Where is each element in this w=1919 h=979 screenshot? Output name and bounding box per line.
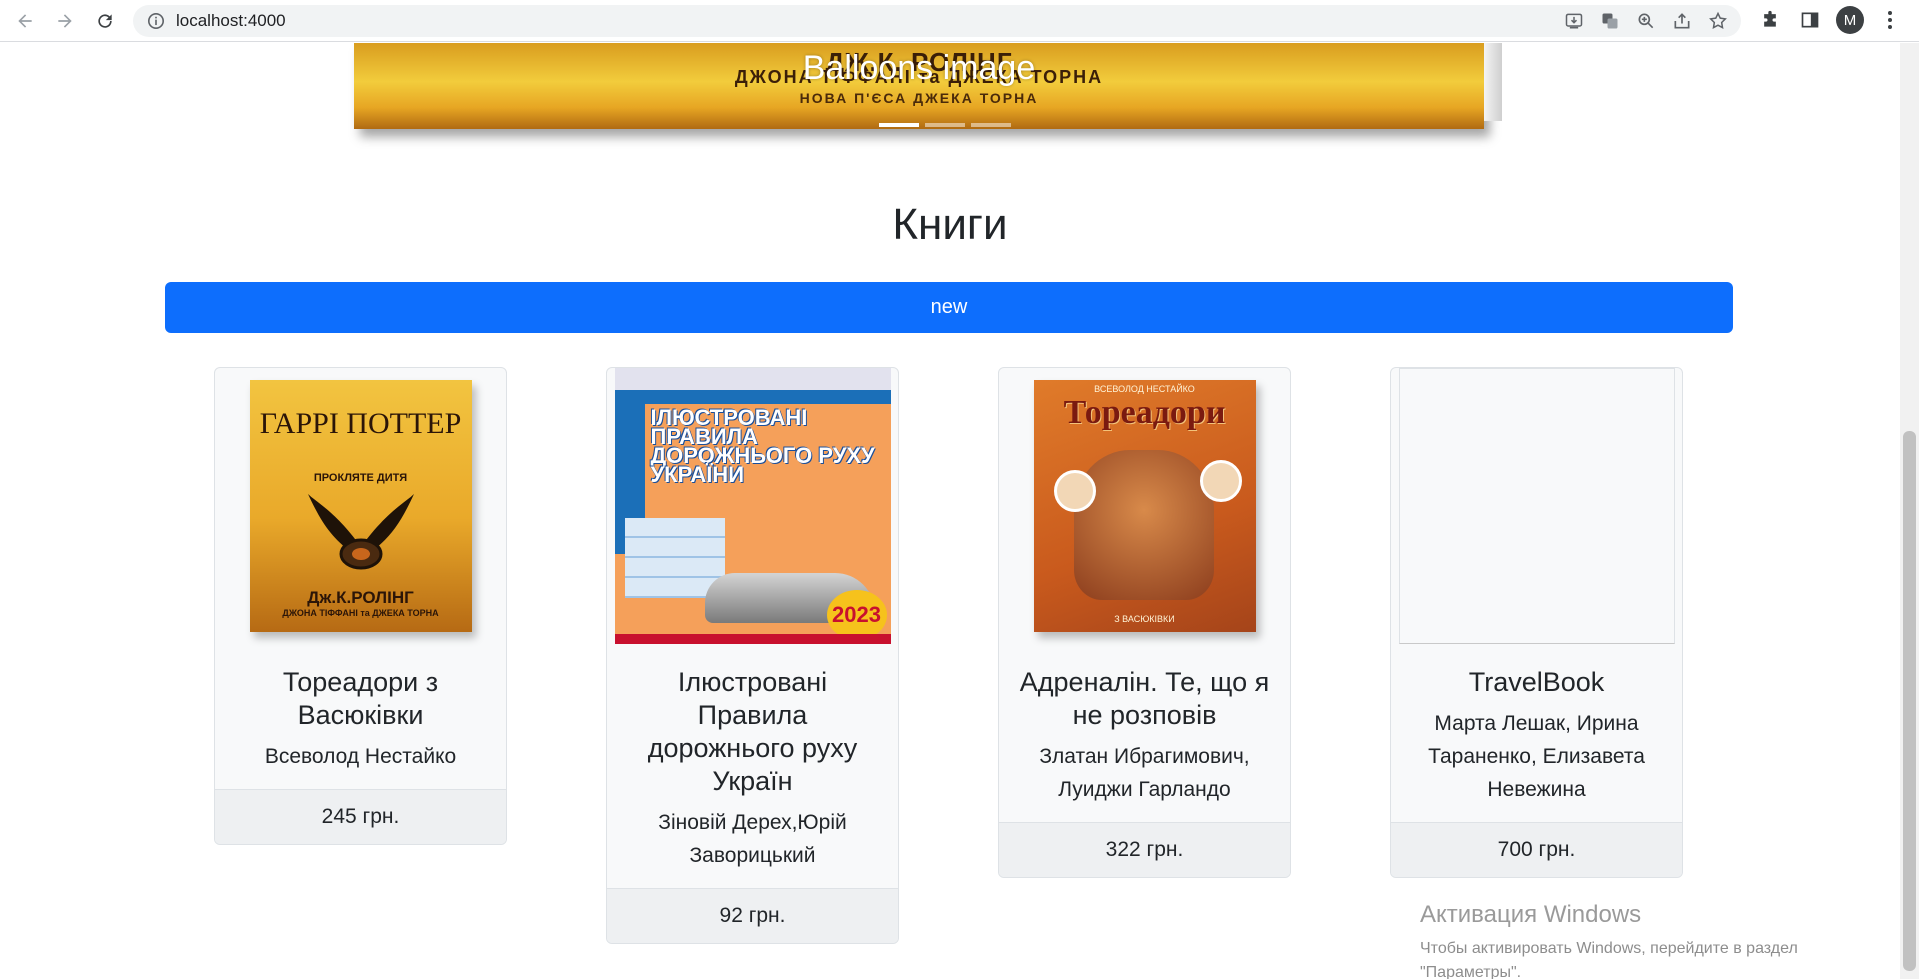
- book-author: Зіновій Дерех,Юрій Заворицький: [658, 811, 847, 867]
- zoom-icon[interactable]: [1635, 10, 1657, 32]
- book-card[interactable]: TravelBook Марта Лешак, Ирина Тараненко,…: [1390, 367, 1683, 878]
- translate-icon[interactable]: [1599, 10, 1621, 32]
- activation-title: Активация Windows: [1420, 901, 1642, 928]
- book-price: 245 грн.: [215, 789, 506, 844]
- book-card[interactable]: ГАРРІ ПОТТЕР ПРОКЛЯТЕ ДИТЯ Дж.К.РОЛІНГ Д…: [214, 367, 507, 845]
- browser-toolbar: localhost:4000 M: [0, 0, 1919, 42]
- cover-blue-strip: [614, 390, 891, 404]
- forward-button[interactable]: [50, 6, 80, 36]
- book-price: 322 грн.: [999, 822, 1290, 877]
- book-card[interactable]: ВСЕВОЛОД НЕСТАЙКО Тореадори З ВАСЮКІВКИ …: [998, 367, 1291, 878]
- scrollbar-thumb[interactable]: [1903, 431, 1916, 971]
- card-body: Адреналін. Те, що я не розповів Златан И…: [999, 644, 1290, 822]
- book-cover: ІЛЮСТРОВАНІ ПРАВИЛА ДОРОЖНЬОГО РУХУ УКРА…: [607, 368, 898, 644]
- book-title: TravelBook: [1468, 667, 1605, 697]
- book-author: Златан Ибрагимович, Луиджи Гарландо: [1039, 745, 1250, 801]
- profile-avatar[interactable]: M: [1836, 6, 1864, 34]
- cover-text: ПРОКЛЯТЕ ДИТЯ: [313, 472, 408, 484]
- carousel-book-line: НОВА П'ЄСА ДЖЕКА ТОРНА: [799, 90, 1039, 106]
- carousel-indicator[interactable]: [925, 123, 965, 127]
- cover-text: Дж.К.РОЛІНГ: [307, 588, 414, 607]
- cover-text: ВСЕВОЛОД НЕСТАЙКО: [1094, 384, 1195, 394]
- book-cover: ВСЕВОЛОД НЕСТАЙКО Тореадори З ВАСЮКІВКИ: [999, 368, 1290, 644]
- book-cover-image: ІЛЮСТРОВАНІ ПРАВИЛА ДОРОЖНЬОГО РУХУ УКРА…: [614, 368, 891, 644]
- cover-red-strip: [614, 634, 891, 644]
- cover-year-badge: 2023: [826, 590, 887, 640]
- book-page-edge: [1484, 43, 1502, 121]
- carousel-indicators: [879, 123, 1011, 127]
- page-title: Книги: [892, 200, 1008, 249]
- card-body: Тореадори з Васюківки Всеволод Нестайко: [215, 644, 506, 789]
- arrow-right-icon: [58, 13, 72, 28]
- book-card[interactable]: ІЛЮСТРОВАНІ ПРАВИЛА ДОРОЖНЬОГО РУХУ УКРА…: [606, 367, 899, 944]
- cover-header-strip: [614, 368, 891, 390]
- book-cover-placeholder: [1398, 368, 1675, 644]
- carousel-indicator[interactable]: [879, 123, 919, 127]
- book-title: Адреналін. Те, що я не розповів: [1019, 667, 1270, 730]
- wings-nest-icon: [307, 494, 414, 570]
- carousel-caption: Balloons image: [802, 49, 1036, 87]
- book-cover: ГАРРІ ПОТТЕР ПРОКЛЯТЕ ДИТЯ Дж.К.РОЛІНГ Д…: [215, 368, 506, 644]
- book-price: 700 грн.: [1391, 822, 1682, 877]
- reload-button[interactable]: [90, 6, 120, 36]
- share-icon[interactable]: [1671, 10, 1693, 32]
- book-cover-image: ГАРРІ ПОТТЕР ПРОКЛЯТЕ ДИТЯ Дж.К.РОЛІНГ Д…: [249, 380, 472, 632]
- book-author: Марта Лешак, Ирина Тараненко, Елизавета …: [1428, 712, 1645, 801]
- page-viewport: ДЖ.К. РОЛІНГ ДЖОНА ТІФФАНІ та ДЖЕКА ТОРН…: [0, 43, 1900, 979]
- cover-text: ІЛЮСТРОВАНІ ПРАВИЛА ДОРОЖНЬОГО РУХУ УКРА…: [650, 405, 875, 487]
- book-title: Ілюстровані Правила дорожнього руху Укра…: [647, 667, 858, 796]
- bull-illustration: [1073, 450, 1214, 600]
- arrow-left-icon: [18, 13, 32, 28]
- book-title: Тореадори з Васюківки: [282, 667, 439, 730]
- bookmark-star-icon[interactable]: [1707, 10, 1729, 32]
- cover-text: ДЖОНА ТІФФАНІ та ДЖЕКА ТОРНА: [282, 608, 439, 618]
- extensions-puzzle-icon[interactable]: [1756, 6, 1784, 34]
- install-app-icon[interactable]: [1563, 10, 1585, 32]
- info-icon[interactable]: [147, 12, 165, 30]
- book-cover: [1391, 368, 1682, 644]
- book-cover-image: ВСЕВОЛОД НЕСТАЙКО Тореадори З ВАСЮКІВКИ: [1033, 380, 1256, 632]
- book-author: Всеволод Нестайко: [264, 745, 457, 768]
- cover-text: Тореадори: [1063, 394, 1226, 431]
- card-body: TravelBook Марта Лешак, Ирина Тараненко,…: [1391, 644, 1682, 822]
- cover-text: ГАРРІ ПОТТЕР: [259, 407, 462, 440]
- back-button[interactable]: [10, 6, 40, 36]
- cover-text: З ВАСЮКІВКИ: [1114, 614, 1175, 624]
- carousel-indicator[interactable]: [971, 123, 1011, 127]
- url-text: localhost:4000: [176, 11, 286, 30]
- side-panel-icon[interactable]: [1796, 6, 1824, 34]
- page-scrollbar[interactable]: [1900, 43, 1919, 979]
- card-body: Ілюстровані Правила дорожнього руху Укра…: [607, 644, 898, 888]
- book-price: 92 грн.: [607, 888, 898, 943]
- carousel[interactable]: ДЖ.К. РОЛІНГ ДЖОНА ТІФФАНІ та ДЖЕКА ТОРН…: [354, 43, 1504, 129]
- activation-message: Чтобы активировать Windows, перейдите в …: [1420, 940, 1798, 979]
- reload-icon: [98, 13, 112, 28]
- windows-activation-watermark: Активация Windows Чтобы активировать Win…: [1420, 901, 1850, 979]
- address-bar[interactable]: localhost:4000: [133, 5, 1741, 37]
- menu-kebab-icon[interactable]: [1876, 6, 1904, 34]
- new-book-button[interactable]: new: [165, 282, 1733, 333]
- portrait-circle: [1199, 460, 1242, 502]
- portrait-circle: [1053, 470, 1096, 512]
